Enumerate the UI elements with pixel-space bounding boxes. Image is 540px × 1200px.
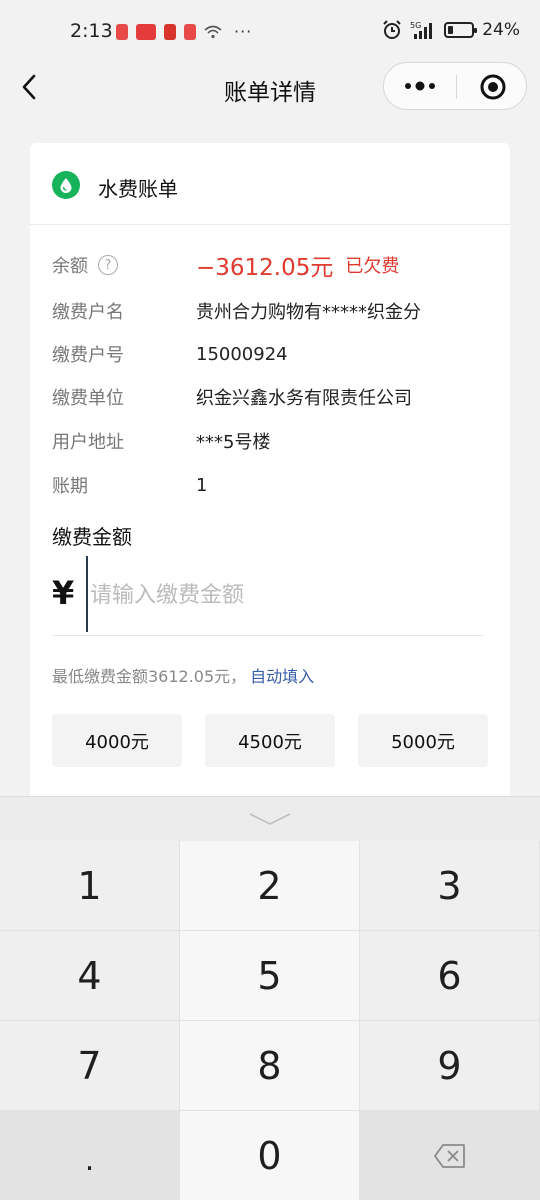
quick-amount-5000-button[interactable]: 5000元 [358,714,488,767]
payment-unit-row: 缴费单位 织金兴鑫水务有限责任公司 [52,382,412,412]
payer-name-label: 缴费户名 [52,302,124,323]
payment-amount-title: 缴费金额 [52,525,132,549]
key-8[interactable]: 8 [180,1021,360,1111]
backspace-key[interactable] [360,1111,540,1200]
billing-period-label: 账期 [52,476,88,497]
backspace-icon [433,1143,465,1168]
payment-unit-label: 缴费单位 [52,388,124,409]
balance-value: −3612.05元 [196,255,334,281]
address-value: ***5号楼 [196,432,271,453]
minimum-amount-tip: 最低缴费金额3612.05元， 自动填入 [52,663,314,687]
key-9[interactable]: 9 [360,1021,540,1111]
wifi-icon [204,25,222,38]
key-6[interactable]: 6 [360,931,540,1021]
chevron-down-icon [249,813,291,825]
status-bar: 2:13 ··· 5G 24% [0,0,540,64]
app-notification-icon [164,23,176,40]
help-icon[interactable]: ? [98,255,118,275]
collapse-keypad-button[interactable] [0,797,540,841]
balance-row: 余额 ? −3612.05元 已欠费 [52,250,400,281]
notification-icons: ··· [116,22,252,41]
close-miniprogram-icon[interactable] [479,73,507,101]
billing-period-row: 账期 1 [52,470,207,500]
water-drop-icon [52,171,80,199]
payment-amount-input[interactable] [90,575,480,615]
payer-number-value: 15000924 [196,343,288,365]
status-right: 5G 24% [382,20,520,40]
input-underline [52,635,484,636]
billing-period-value: 1 [196,474,208,496]
payer-name-value: 贵州合力购物有*****织金分 [196,302,421,323]
bill-title: 水费账单 [98,177,178,201]
bill-card-header: 水费账单 [30,143,510,225]
arrears-status: 已欠费 [345,256,400,277]
numeric-keypad: 1 2 3 4 5 6 7 8 9 . 0 [0,796,540,1200]
app-notification-icon [136,23,156,40]
status-time: 2:13 [70,20,113,42]
quick-amount-4500-button[interactable]: 4500元 [205,714,335,767]
payer-name-row: 缴费户名 贵州合力购物有*****织金分 [52,296,421,326]
battery-icon [444,22,478,38]
quick-amount-buttons: 4000元 4500元 5000元 [52,714,488,767]
key-4[interactable]: 4 [0,931,180,1021]
bill-card: 水费账单 余额 ? −3612.05元 已欠费 缴费户名 贵州合力购物有****… [30,143,510,813]
text-cursor [86,556,88,632]
alarm-icon [383,20,401,39]
key-1[interactable]: 1 [0,841,180,931]
app-notification-icon [116,23,128,40]
address-row: 用户地址 ***5号楼 [52,426,270,456]
keypad-grid: 1 2 3 4 5 6 7 8 9 . 0 [0,841,540,1200]
miniprogram-capsule [383,62,527,110]
key-2[interactable]: 2 [180,841,360,931]
more-notifications-icon: ··· [234,22,253,41]
quick-amount-4000-button[interactable]: 4000元 [52,714,182,767]
nav-bar: 账单详情 [0,60,540,116]
key-7[interactable]: 7 [0,1021,180,1111]
payer-number-label: 缴费户号 [52,345,124,366]
payer-number-row: 缴费户号 15000924 [52,339,288,369]
key-3[interactable]: 3 [360,841,540,931]
key-5[interactable]: 5 [180,931,360,1021]
key-0[interactable]: 0 [180,1111,360,1200]
autofill-link[interactable]: 自动填入 [250,667,314,686]
key-decimal[interactable]: . [0,1111,180,1200]
signal-icon: 5G [410,21,433,39]
address-label: 用户地址 [52,432,124,453]
balance-label: 余额 [52,256,88,277]
capsule-divider [456,75,457,99]
minimum-amount-text: 最低缴费金额3612.05元， [52,667,247,686]
payment-unit-value: 织金兴鑫水务有限责任公司 [196,388,412,409]
more-icon[interactable] [404,80,436,92]
app-notification-icon [184,23,196,40]
currency-symbol: ¥ [52,574,75,612]
battery-percent: 24% [482,20,520,40]
svg-text:5G: 5G [410,21,421,30]
